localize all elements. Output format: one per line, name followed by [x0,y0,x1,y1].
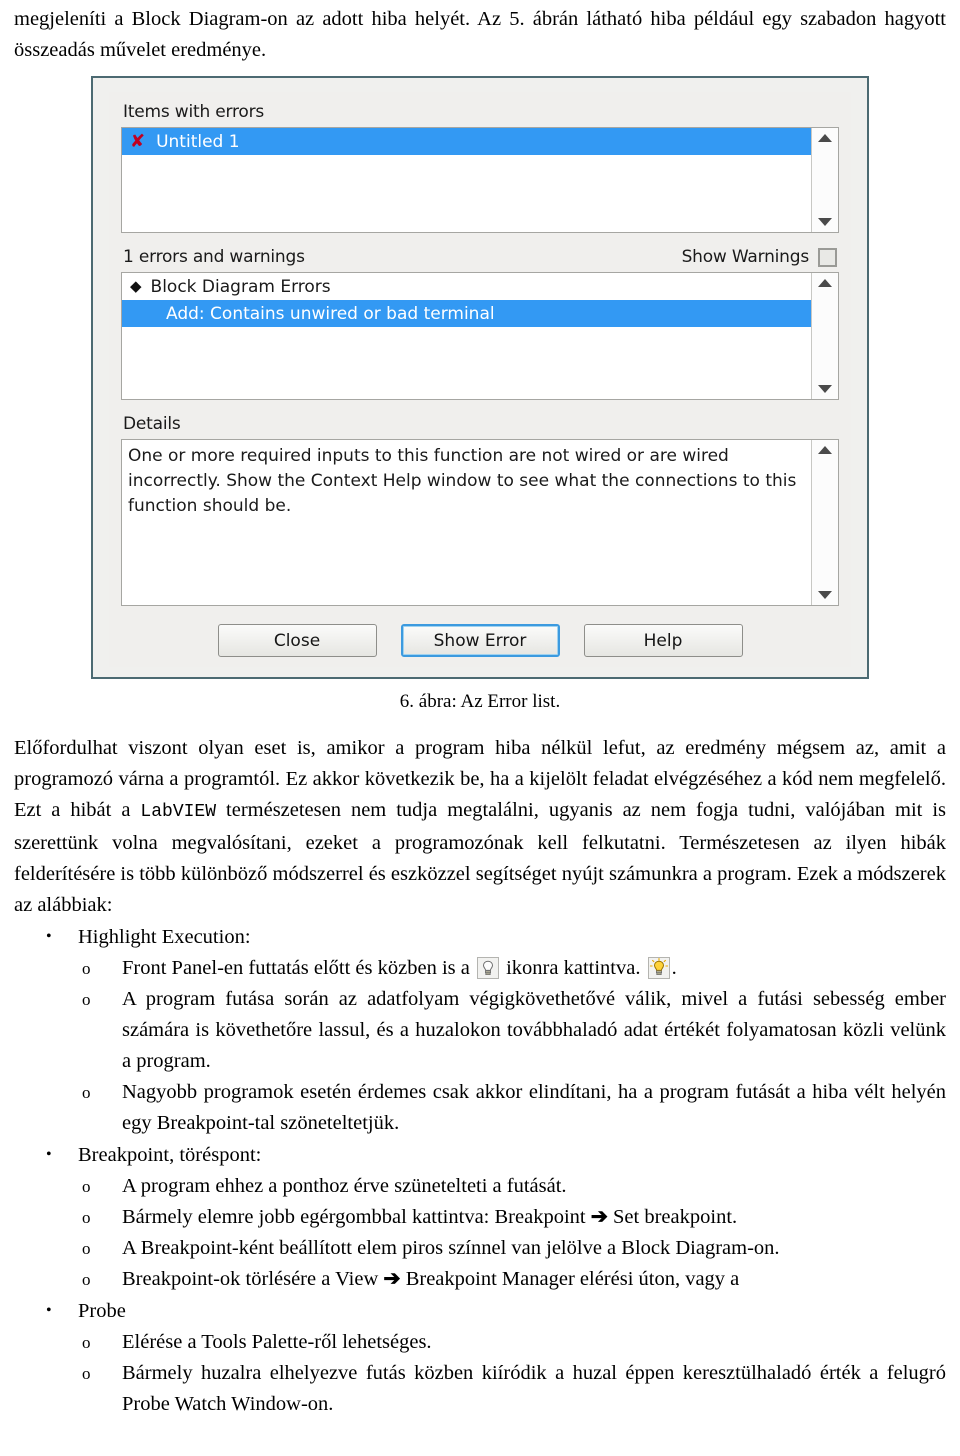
intro-paragraph: megjeleníti a Block Diagram-on az adott … [14,8,946,61]
errors-and-warnings-label: 1 errors and warnings [123,247,305,267]
group-title: Probe [78,1300,126,1322]
document-page: megjeleníti a Block Diagram-on az adott … [0,0,960,1456]
error-x-icon: ✘ [130,130,146,152]
details-scrollbar[interactable] [811,440,838,605]
details-label: Details [123,414,181,434]
item-text-post: Breakpoint Manager elérési úton, vagy a [400,1268,740,1290]
list-item[interactable]: Add: Contains unwired or bad terminal [122,300,811,327]
list-item: o Breakpoint-ok törlésére a View ➔ Breakp… [78,1264,946,1295]
sublist-breakpoint: o A program ehhez a ponthoz érve szünetel… [78,1171,946,1295]
list-item[interactable]: ◆ Block Diagram Errors [122,273,811,300]
scroll-down-icon[interactable] [818,591,832,599]
sub-bullet-icon: o [82,990,91,1009]
show-warnings-checkbox[interactable] [818,247,837,267]
labview-monospace: LabVIEW [140,802,217,822]
bullet-icon: • [46,928,52,945]
item-text-mid: ikonra kattintva. [500,957,646,979]
scroll-up-icon[interactable] [818,134,832,142]
item-text-pre: Bármely elemre jobb egérgombbal kattintv… [122,1206,591,1228]
list-item: o A program futása során az adatfolyam vé… [78,984,946,1077]
list-group-highlight-execution: • Highlight Execution: o Front Panel-en f… [0,922,946,1139]
diamond-bullet-icon: ◆ [130,277,142,295]
show-error-button[interactable]: Show Error [400,624,560,657]
dialog-button-row: Close Show Error Help [121,624,839,657]
sub-bullet-icon: o [82,1239,91,1258]
item-text-pre: Breakpoint-ok törlésére a View [122,1268,384,1290]
scroll-up-icon[interactable] [818,446,832,454]
items-with-errors-label: Items with errors [123,102,265,122]
details-box[interactable]: One or more required inputs to this func… [121,439,839,606]
item-text: Bármely huzalra elhelyezve futás közben … [122,1362,946,1415]
lightbulb-off-icon [476,957,499,979]
help-button[interactable]: Help [583,624,743,657]
arrow-right-icon: ➔ [590,1206,608,1228]
list-group-breakpoint: • Breakpoint, töréspont: o A program ehhe… [0,1140,946,1295]
group-title: Breakpoint, töréspont: [78,1144,262,1166]
lightbulb-on-icon [647,957,670,979]
item-text: Nagyobb programok esetén érdemes csak ak… [122,1081,946,1134]
sub-bullet-icon: o [82,1333,91,1352]
list-item: o A program ehhez a ponthoz érve szünetel… [78,1171,946,1202]
methods-list: • Highlight Execution: o Front Panel-en f… [0,922,960,1420]
scroll-down-icon[interactable] [818,218,832,226]
item-text-post: Set breakpoint. [607,1206,738,1228]
dialog-inner-panel: Items with errors ✘ Untitled 1 1 errors … [109,92,851,667]
figure-caption: 6. ábra: Az Error list. [399,691,561,712]
list-item: o Nagyobb programok esetén érdemes csak a… [78,1077,946,1139]
details-text: One or more required inputs to this func… [128,446,797,516]
items-scrollbar[interactable] [811,128,838,232]
body-paragraph: Előfordulhat viszont olyan eset is, amik… [0,715,960,921]
item-text: A program ehhez a ponthoz érve szünetelt… [122,1175,567,1197]
scroll-down-icon[interactable] [818,385,832,393]
item-text: Elérése a Tools Palette-ről lehetséges. [122,1331,432,1353]
list-item-label: Add: Contains unwired or bad terminal [166,303,495,324]
list-item-label: Untitled 1 [156,131,240,152]
bullet-icon: • [46,1302,52,1319]
list-item: o Bármely huzalra elhelyezve futás közben… [78,1358,946,1420]
sub-bullet-icon: o [82,1177,91,1196]
items-with-errors-listbox[interactable]: ✘ Untitled 1 [121,127,839,233]
error-list-dialog: Items with errors ✘ Untitled 1 1 errors … [91,76,869,679]
group-title: Highlight Execution: [78,926,251,948]
sub-bullet-icon: o [82,1208,91,1227]
errors-rows: ◆ Block Diagram Errors Add: Contains unw… [122,273,811,399]
list-group-probe: • Probe o Elérése a Tools Palette-ről leh… [0,1296,946,1420]
item-text-pre: Front Panel-en futtatás előtt és közben … [122,957,475,979]
items-rows: ✘ Untitled 1 [122,128,811,232]
sublist-probe: o Elérése a Tools Palette-ről lehetséges.… [78,1327,946,1420]
sub-bullet-icon: o [82,959,91,978]
close-button[interactable]: Close [217,624,377,657]
scroll-up-icon[interactable] [818,279,832,287]
list-item: o Elérése a Tools Palette-ről lehetséges. [78,1327,946,1358]
sub-bullet-icon: o [82,1083,91,1102]
list-item[interactable]: ✘ Untitled 1 [122,128,811,155]
item-text: A Breakpoint-ként beállított elem piros … [122,1237,780,1259]
arrow-right-icon: ➔ [383,1268,401,1290]
item-text: A program futása során az adatfolyam vég… [122,988,946,1072]
errors-listbox[interactable]: ◆ Block Diagram Errors Add: Contains unw… [121,272,839,400]
list-item: o Bármely elemre jobb egérgombbal kattint… [78,1202,946,1233]
show-warnings-group[interactable]: Show Warnings [682,247,837,267]
errors-scrollbar[interactable] [811,273,838,399]
item-text-post: . [671,957,677,979]
errors-header-row: 1 errors and warnings Show Warnings [123,247,839,267]
list-item: o Front Panel-en futtatás előtt és közben… [78,953,946,984]
bullet-icon: • [46,1146,52,1163]
show-warnings-label: Show Warnings [681,247,810,267]
sub-bullet-icon: o [82,1270,91,1289]
sublist-highlight-execution: o Front Panel-en futtatás előtt és közben… [78,953,946,1139]
list-item-label: Block Diagram Errors [150,276,331,297]
sub-bullet-icon: o [82,1364,91,1383]
figure-error-list: Items with errors ✘ Untitled 1 1 errors … [0,76,960,679]
list-item: o A Breakpoint-ként beállított elem piros… [78,1233,946,1264]
